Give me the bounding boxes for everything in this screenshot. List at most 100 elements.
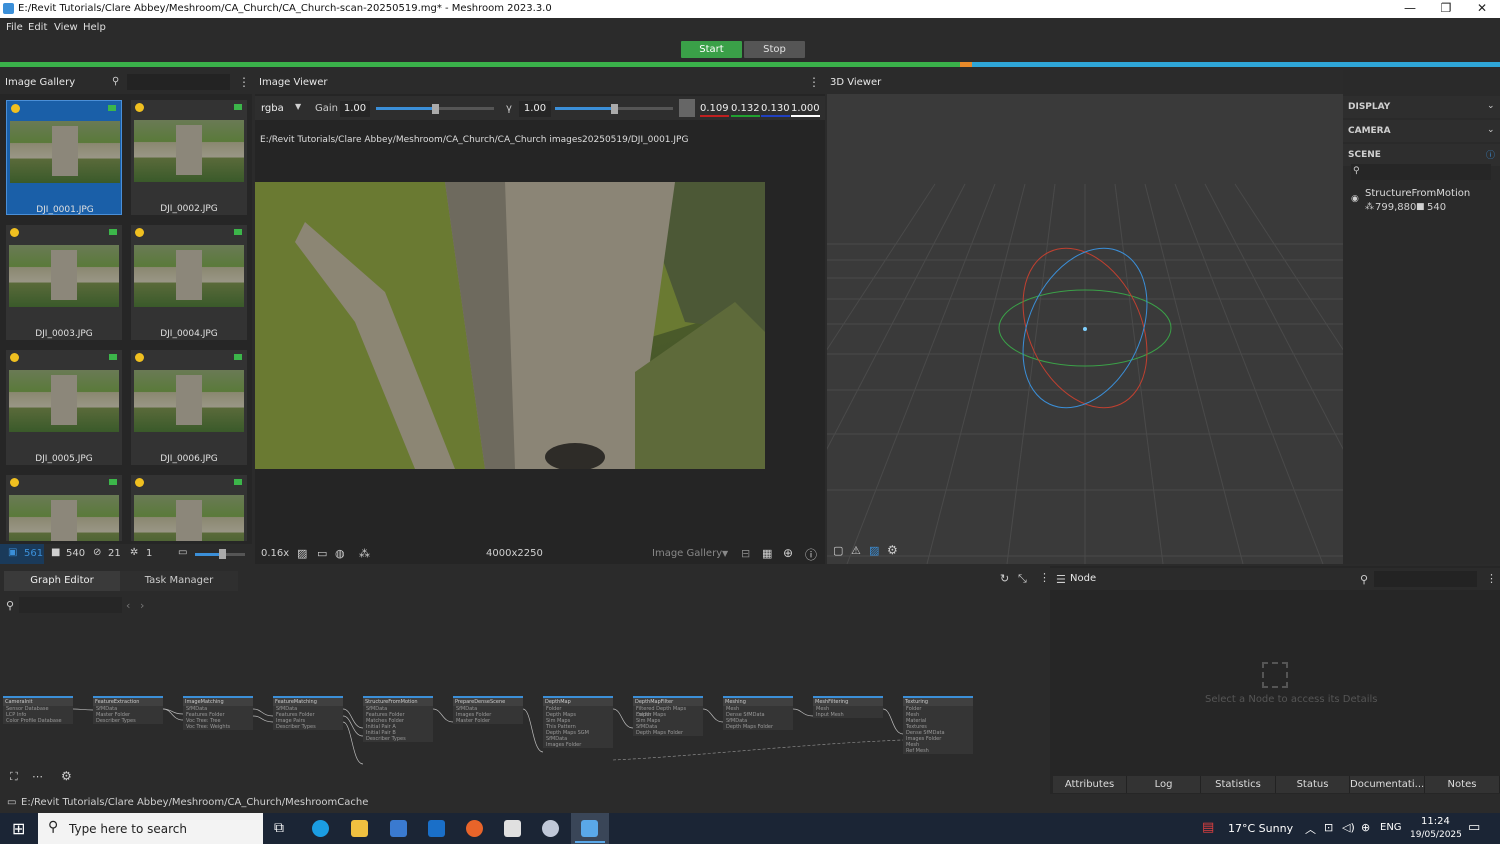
graph-node-imagematching[interactable]: ImageMatching SfMData Features Folder Vo…: [183, 696, 253, 730]
gallery-search-input[interactable]: [127, 74, 230, 90]
globe-icon[interactable]: ⊕: [1361, 821, 1370, 834]
gear-icon[interactable]: ⚙: [887, 543, 898, 557]
gallery-thumbnail[interactable]: DJI_0003.JPG: [6, 225, 122, 340]
collapse-icon[interactable]: ⤡: [1018, 572, 1027, 586]
file-explorer-icon[interactable]: [351, 820, 368, 837]
tab-task-manager[interactable]: Task Manager: [120, 571, 238, 591]
graph-node-depthmapfilter[interactable]: DepthMapFilter Filtered Depth Maps Folde…: [633, 696, 703, 736]
gallery-thumbnail[interactable]: [6, 475, 122, 541]
menu-help[interactable]: Help: [83, 22, 106, 33]
intrinsics-icon[interactable]: ✲: [130, 547, 138, 558]
more-options-icon[interactable]: ⋮: [238, 75, 250, 89]
graph-search-input[interactable]: [19, 597, 122, 613]
graph-node-featureextraction[interactable]: FeatureExtraction SfMData Master Folder …: [93, 696, 163, 724]
slider-handle[interactable]: [432, 104, 439, 114]
menu-file[interactable]: File: [6, 22, 23, 33]
tab-status[interactable]: Status: [1276, 776, 1350, 793]
tab-graph-editor[interactable]: Graph Editor: [4, 571, 120, 591]
tab-notes[interactable]: Notes: [1425, 776, 1500, 793]
graph-node-preparedensescene[interactable]: PrepareDenseScene SfMData Images Folder …: [453, 696, 523, 724]
gallery-thumbnail[interactable]: DJI_0002.JPG: [131, 100, 247, 215]
more-options-icon[interactable]: ⋮: [1486, 572, 1497, 585]
slider-handle[interactable]: [611, 104, 618, 114]
refresh-icon[interactable]: ↻: [1000, 572, 1009, 585]
tab-log[interactable]: Log: [1127, 776, 1201, 793]
clock-date[interactable]: 19/05/2025: [1410, 830, 1462, 840]
tab-documentation[interactable]: Documentati...: [1350, 776, 1425, 793]
clock-time[interactable]: 11:24: [1421, 816, 1450, 827]
histogram-icon[interactable]: ▦: [762, 547, 772, 560]
display-section[interactable]: DISPLAY ⌄: [1343, 96, 1500, 118]
more-options-icon[interactable]: ⋮: [1039, 571, 1050, 584]
store-icon[interactable]: [390, 820, 407, 837]
graph-node-structurefrommotion[interactable]: StructureFromMotion SfMData Features Fol…: [363, 696, 433, 742]
graph-node-texturing[interactable]: Texturing Folder Mesh Material Textures …: [903, 696, 973, 754]
scene-item-name[interactable]: StructureFromMotion: [1365, 188, 1470, 199]
3d-viewport[interactable]: ▢ ⚠ ▨ ⚙: [827, 94, 1343, 564]
tab-statistics[interactable]: Statistics: [1201, 776, 1276, 793]
hatch-icon[interactable]: ▨: [297, 547, 307, 560]
volume-icon[interactable]: ◁): [1342, 821, 1355, 834]
cache-path[interactable]: E:/Revit Tutorials/Clare Abbey/Meshroom/…: [21, 797, 368, 808]
graph-editor-canvas[interactable]: CameraInit Sensor Database LCP Info Colo…: [0, 616, 1048, 766]
stop-button[interactable]: Stop: [744, 41, 805, 58]
frame-icon[interactable]: ▭: [317, 547, 327, 560]
slider-handle[interactable]: [219, 549, 226, 559]
gamma-input[interactable]: 1.00: [519, 101, 551, 117]
chevron-left-icon[interactable]: ‹: [126, 599, 130, 612]
eye-icon[interactable]: ◉: [1351, 194, 1359, 204]
meshroom-taskbar-button[interactable]: [571, 813, 609, 844]
chevron-right-icon[interactable]: ›: [140, 599, 144, 612]
info-icon[interactable]: ⓘ: [805, 546, 817, 563]
gallery-thumbnail[interactable]: DJI_0001.JPG: [6, 100, 122, 215]
info-icon[interactable]: ⓘ: [1486, 148, 1495, 161]
globe-icon[interactable]: ⊕: [783, 546, 793, 560]
graph-node-meshfiltering[interactable]: MeshFiltering Mesh Input Mesh: [813, 696, 883, 718]
language-indicator[interactable]: ENG: [1380, 822, 1402, 833]
scene-section[interactable]: SCENE ⓘ: [1343, 144, 1500, 166]
no-camera-icon[interactable]: ⊘: [93, 547, 101, 558]
gallery-thumbnail[interactable]: DJI_0006.JPG: [131, 350, 247, 465]
tab-attributes[interactable]: Attributes: [1053, 776, 1127, 793]
app-icon[interactable]: [504, 820, 521, 837]
firefox-icon[interactable]: [466, 820, 483, 837]
menu-view[interactable]: View: [54, 22, 78, 33]
graph-node-meshing[interactable]: Meshing Mesh Dense SfMData SfMData Depth…: [723, 696, 793, 730]
grid-icon[interactable]: ▨: [869, 544, 879, 557]
source-select[interactable]: Image Gallery: [652, 548, 722, 559]
layout-icon[interactable]: ⋯: [32, 770, 43, 783]
gallery-thumbnail[interactable]: DJI_0005.JPG: [6, 350, 122, 465]
weather-text[interactable]: 17°C Sunny: [1228, 822, 1293, 835]
warning-icon[interactable]: ⚠: [851, 544, 861, 557]
fisheye-icon[interactable]: ◍: [335, 547, 345, 560]
outlook-icon[interactable]: [428, 820, 445, 837]
app-icon[interactable]: [542, 820, 559, 837]
task-view-icon[interactable]: ⧉: [274, 820, 284, 836]
windows-start-icon[interactable]: ⊞: [12, 819, 25, 838]
channel-select[interactable]: rgba: [261, 101, 284, 117]
network-icon[interactable]: ⊡: [1324, 821, 1333, 834]
graph-node-camerainit[interactable]: CameraInit Sensor Database LCP Info Colo…: [3, 696, 73, 724]
graph-node-featurematching[interactable]: FeatureMatching SfMData Features Folder …: [273, 696, 343, 730]
gain-input[interactable]: 1.00: [340, 101, 370, 117]
camera-icon[interactable]: ■: [51, 547, 60, 558]
node-search-input[interactable]: [1374, 571, 1477, 587]
maximize-button[interactable]: ❐: [1428, 0, 1464, 18]
close-button[interactable]: ✕: [1464, 0, 1500, 18]
start-button[interactable]: Start: [681, 41, 742, 58]
scene-search-input[interactable]: ⚲: [1351, 164, 1491, 180]
chevron-up-icon[interactable]: ︿: [1305, 821, 1316, 837]
gallery-thumbnail[interactable]: DJI_0004.JPG: [131, 225, 247, 340]
bounding-box-icon[interactable]: ▢: [833, 544, 843, 557]
notifications-icon[interactable]: ▭: [1468, 820, 1480, 835]
gallery-thumbnail[interactable]: [131, 475, 247, 541]
camera-section[interactable]: CAMERA ⌄: [1343, 120, 1500, 142]
gear-icon[interactable]: ⚙: [61, 769, 72, 783]
features-icon[interactable]: ⁂: [359, 547, 370, 560]
menu-edit[interactable]: Edit: [28, 22, 47, 33]
minimize-button[interactable]: —: [1392, 0, 1428, 18]
image-display[interactable]: [255, 182, 765, 469]
graph-node-depthmap[interactable]: DepthMap Folder Depth Maps Sim Maps This…: [543, 696, 613, 748]
news-icon[interactable]: ▤: [1202, 820, 1214, 835]
fit-view-icon[interactable]: ⛶: [10, 770, 18, 784]
